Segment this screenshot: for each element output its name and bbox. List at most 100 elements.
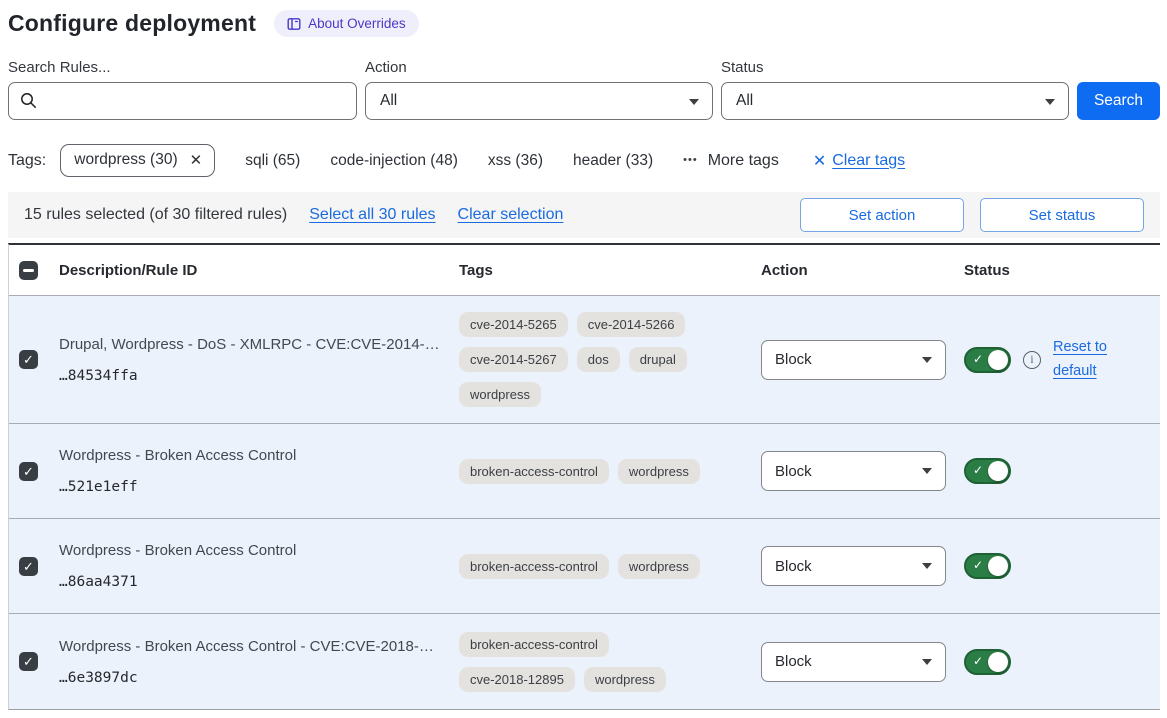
- selected-tag-wordpress[interactable]: wordpress (30) ✕: [60, 144, 215, 177]
- clear-tags-label: Clear tags: [832, 152, 905, 170]
- chevron-down-icon: [922, 357, 932, 363]
- status-filter-select[interactable]: All: [721, 82, 1069, 120]
- rule-description: Wordpress - Broken Access Control: [59, 447, 441, 464]
- configure-deployment-page: Configure deployment About Overrides Sea…: [0, 0, 1167, 716]
- rule-id: …521e1eff: [59, 479, 441, 495]
- selected-tag-label: wordpress (30): [74, 151, 177, 169]
- action-select[interactable]: Block: [761, 546, 946, 586]
- tag-pill: broken-access-control: [459, 632, 609, 657]
- action-filter-field: Action All: [365, 59, 713, 120]
- action-filter-label: Action: [365, 59, 713, 76]
- column-header-tags: Tags: [459, 262, 761, 279]
- close-icon: ✕: [813, 151, 826, 171]
- column-header-status: Status: [964, 262, 1160, 279]
- status-toggle[interactable]: ✓: [964, 553, 1011, 579]
- ellipsis-icon: •••: [683, 154, 698, 166]
- remove-tag-icon[interactable]: ✕: [190, 151, 203, 169]
- more-tags-button[interactable]: ••• More tags: [683, 152, 779, 170]
- select-all-checkbox[interactable]: [19, 261, 38, 280]
- status-toggle[interactable]: ✓: [964, 458, 1011, 484]
- status-cell: ✓ i: [964, 553, 1160, 579]
- row-checkbox[interactable]: ✓: [19, 462, 38, 481]
- search-rules-field: Search Rules...: [8, 59, 357, 120]
- tag-filter-xss[interactable]: xss (36): [488, 152, 543, 169]
- tags-label: Tags:: [8, 152, 46, 170]
- status-cell: ✓ i Reset to default: [964, 336, 1160, 384]
- set-status-button[interactable]: Set status: [980, 198, 1144, 232]
- rule-id: …86aa4371: [59, 574, 441, 590]
- check-icon: ✓: [23, 353, 34, 366]
- tag-pill: wordpress: [584, 667, 666, 692]
- rule-description: Wordpress - Broken Access Control: [59, 542, 441, 559]
- tag-filter-header[interactable]: header (33): [573, 152, 653, 169]
- action-value: Block: [775, 351, 812, 368]
- rule-description: Wordpress - Broken Access Control - CVE:…: [59, 638, 441, 655]
- toggle-knob: [988, 556, 1008, 576]
- tag-pill: cve-2014-5267: [459, 347, 568, 372]
- chevron-down-icon: [1045, 99, 1055, 105]
- info-icon[interactable]: i: [1023, 351, 1041, 369]
- about-overrides-label: About Overrides: [308, 16, 406, 31]
- search-rules-input[interactable]: [8, 82, 357, 120]
- status-filter-label: Status: [721, 59, 1069, 76]
- rule-id: …84534ffa: [59, 368, 441, 384]
- table-body: ✓ Drupal, Wordpress - DoS - XMLRPC - CVE…: [9, 296, 1160, 709]
- clear-selection-link[interactable]: Clear selection: [458, 206, 564, 224]
- tag-pill: wordpress: [618, 459, 700, 484]
- tag-pill: cve-2014-5266: [577, 312, 686, 337]
- status-toggle[interactable]: ✓: [964, 347, 1011, 373]
- reset-to-default-link[interactable]: Reset to default: [1053, 336, 1117, 384]
- action-select[interactable]: Block: [761, 451, 946, 491]
- page-header: Configure deployment About Overrides: [8, 10, 1160, 37]
- description-cell: Wordpress - Broken Access Control - CVE:…: [59, 638, 459, 686]
- search-icon: [19, 91, 38, 115]
- rule-tags: cve-2014-5265cve-2014-5266cve-2014-5267d…: [459, 298, 721, 421]
- filters-row: Search Rules... Action All Status: [8, 59, 1160, 120]
- table-row: ✓ Wordpress - Broken Access Control …86a…: [9, 519, 1160, 614]
- chevron-down-icon: [689, 99, 699, 105]
- status-toggle[interactable]: ✓: [964, 649, 1011, 675]
- indeterminate-icon: [23, 269, 34, 272]
- set-action-button[interactable]: Set action: [800, 198, 964, 232]
- clear-tags-button[interactable]: ✕ Clear tags: [813, 151, 905, 171]
- search-button[interactable]: Search: [1077, 82, 1160, 120]
- action-select[interactable]: Block: [761, 642, 946, 682]
- selection-summary: 15 rules selected (of 30 filtered rules): [24, 206, 287, 224]
- tag-links: sqli (65) code-injection (48) xss (36) head…: [215, 152, 653, 170]
- check-icon: ✓: [23, 465, 34, 478]
- action-filter-value: All: [380, 92, 397, 110]
- rule-description: Drupal, Wordpress - DoS - XMLRPC - CVE:C…: [59, 336, 441, 353]
- rule-tags: broken-access-control wordpress: [459, 445, 721, 498]
- tag-filter-code-injection[interactable]: code-injection (48): [330, 152, 458, 169]
- rule-tags: broken-access-control wordpress: [459, 540, 721, 593]
- description-cell: Wordpress - Broken Access Control …521e1…: [59, 447, 459, 495]
- rules-table: Description/Rule ID Tags Action Status ✓…: [8, 243, 1160, 710]
- tag-pill: broken-access-control: [459, 554, 609, 579]
- check-icon: ✓: [973, 352, 983, 366]
- search-rules-label: Search Rules...: [8, 59, 357, 76]
- check-icon: ✓: [973, 463, 983, 477]
- about-overrides-badge[interactable]: About Overrides: [274, 10, 419, 37]
- tag-pill: broken-access-control: [459, 459, 609, 484]
- action-filter-select[interactable]: All: [365, 82, 713, 120]
- tag-pill: wordpress: [618, 554, 700, 579]
- table-header-row: Description/Rule ID Tags Action Status: [9, 245, 1160, 296]
- row-checkbox[interactable]: ✓: [19, 350, 38, 369]
- tags-bar: Tags: wordpress (30) ✕ sqli (65) code-inj…: [8, 144, 1160, 177]
- book-icon: [287, 17, 301, 31]
- action-value: Block: [775, 463, 812, 480]
- description-cell: Wordpress - Broken Access Control …86aa4…: [59, 542, 459, 590]
- tag-filter-sqli[interactable]: sqli (65): [245, 152, 300, 169]
- page-title: Configure deployment: [8, 10, 256, 37]
- row-checkbox[interactable]: ✓: [19, 557, 38, 576]
- select-all-link[interactable]: Select all 30 rules: [309, 206, 435, 224]
- action-value: Block: [775, 653, 812, 670]
- row-checkbox[interactable]: ✓: [19, 652, 38, 671]
- action-select[interactable]: Block: [761, 340, 946, 380]
- table-row: ✓ Wordpress - Broken Access Control …521…: [9, 424, 1160, 519]
- tag-pill: dos: [577, 347, 620, 372]
- action-value: Block: [775, 558, 812, 575]
- chevron-down-icon: [922, 659, 932, 665]
- tag-pill: cve-2018-12895: [459, 667, 575, 692]
- status-cell: ✓ i: [964, 649, 1160, 675]
